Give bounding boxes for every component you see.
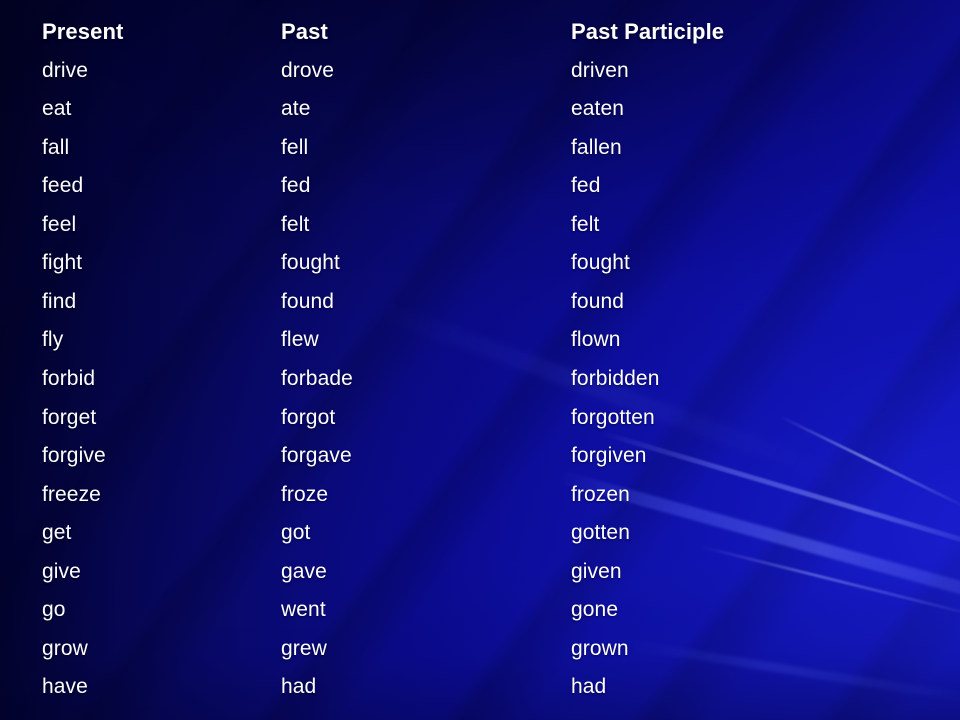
slide-canvas: Present Past Past Participle drive drove driv…: [0, 0, 960, 720]
verb-cell: flown: [571, 328, 621, 352]
verb-cell: forgive: [42, 444, 106, 468]
verb-cell: got: [281, 521, 311, 545]
verb-cell: drove: [281, 58, 335, 82]
verb-cell: forbade: [281, 366, 353, 390]
verb-cell: froze: [281, 482, 329, 506]
verb-cell: forgiven: [571, 444, 647, 468]
table-row: give gave given: [0, 553, 960, 591]
table-row: feel felt felt: [0, 206, 960, 244]
verb-cell: fell: [281, 135, 309, 159]
verb-cell: gone: [571, 598, 619, 622]
verb-cell: eaten: [571, 97, 625, 121]
verb-cell: feed: [42, 174, 84, 198]
table-row: feed fed fed: [0, 167, 960, 205]
verb-cell: fight: [42, 251, 83, 275]
table-row: drive drove driven: [0, 52, 960, 90]
verb-cell: forbid: [42, 366, 96, 390]
table-row: find found found: [0, 283, 960, 321]
irregular-verbs-table: Present Past Past Participle drive drove driv…: [0, 0, 960, 720]
verb-cell: driven: [571, 58, 629, 82]
table-row: go went gone: [0, 591, 960, 629]
verb-cell: grown: [571, 636, 629, 660]
verb-cell: had: [571, 675, 607, 699]
table-row: forbid forbade forbidden: [0, 360, 960, 398]
table-header-row: Present Past Past Participle: [0, 13, 960, 51]
verb-cell: felt: [281, 212, 310, 236]
verb-cell: drive: [42, 58, 89, 82]
verb-cell: go: [42, 598, 66, 622]
verb-cell: gave: [281, 559, 327, 583]
table-row: freeze froze frozen: [0, 476, 960, 514]
verb-cell: went: [281, 598, 326, 622]
verb-cell: have: [42, 675, 88, 699]
verb-cell: frozen: [571, 482, 630, 506]
verb-cell: forget: [42, 405, 97, 429]
verb-cell: eat: [42, 97, 72, 121]
table-row: forgive forgave forgiven: [0, 437, 960, 475]
verb-cell: given: [571, 559, 622, 583]
column-header: Present: [42, 19, 124, 44]
verb-cell: fought: [281, 251, 340, 275]
verb-cell: fed: [571, 174, 601, 198]
table-row: fight fought fought: [0, 244, 960, 282]
table-row: get got gotten: [0, 514, 960, 552]
verb-cell: fed: [281, 174, 311, 198]
table-row: eat ate eaten: [0, 90, 960, 128]
table-row: fly flew flown: [0, 321, 960, 359]
table-row: fall fell fallen: [0, 129, 960, 167]
verb-cell: get: [42, 521, 72, 545]
verb-cell: found: [281, 289, 335, 313]
table-row: forget forgot forgotten: [0, 399, 960, 437]
verb-cell: fly: [42, 328, 64, 352]
verb-cell: found: [571, 289, 625, 313]
verb-cell: gotten: [571, 521, 630, 545]
verb-cell: find: [42, 289, 77, 313]
table-row: grow grew grown: [0, 630, 960, 668]
verb-cell: fallen: [571, 135, 622, 159]
verb-cell: feel: [42, 212, 77, 236]
verb-cell: forgotten: [571, 405, 655, 429]
verb-cell: ate: [281, 97, 311, 121]
verb-cell: give: [42, 559, 81, 583]
column-header: Past: [281, 19, 328, 44]
verb-cell: freeze: [42, 482, 101, 506]
verb-cell: had: [281, 675, 317, 699]
verb-cell: grew: [281, 636, 327, 660]
verb-cell: grow: [42, 636, 88, 660]
verb-cell: fought: [571, 251, 630, 275]
column-header: Past Participle: [571, 19, 725, 44]
verb-cell: felt: [571, 212, 600, 236]
verb-cell: flew: [281, 328, 319, 352]
verb-cell: forbidden: [571, 366, 660, 390]
verb-cell: forgave: [281, 444, 352, 468]
table-row: have had had: [0, 668, 960, 706]
verb-cell: fall: [42, 135, 70, 159]
verb-cell: forgot: [281, 405, 336, 429]
